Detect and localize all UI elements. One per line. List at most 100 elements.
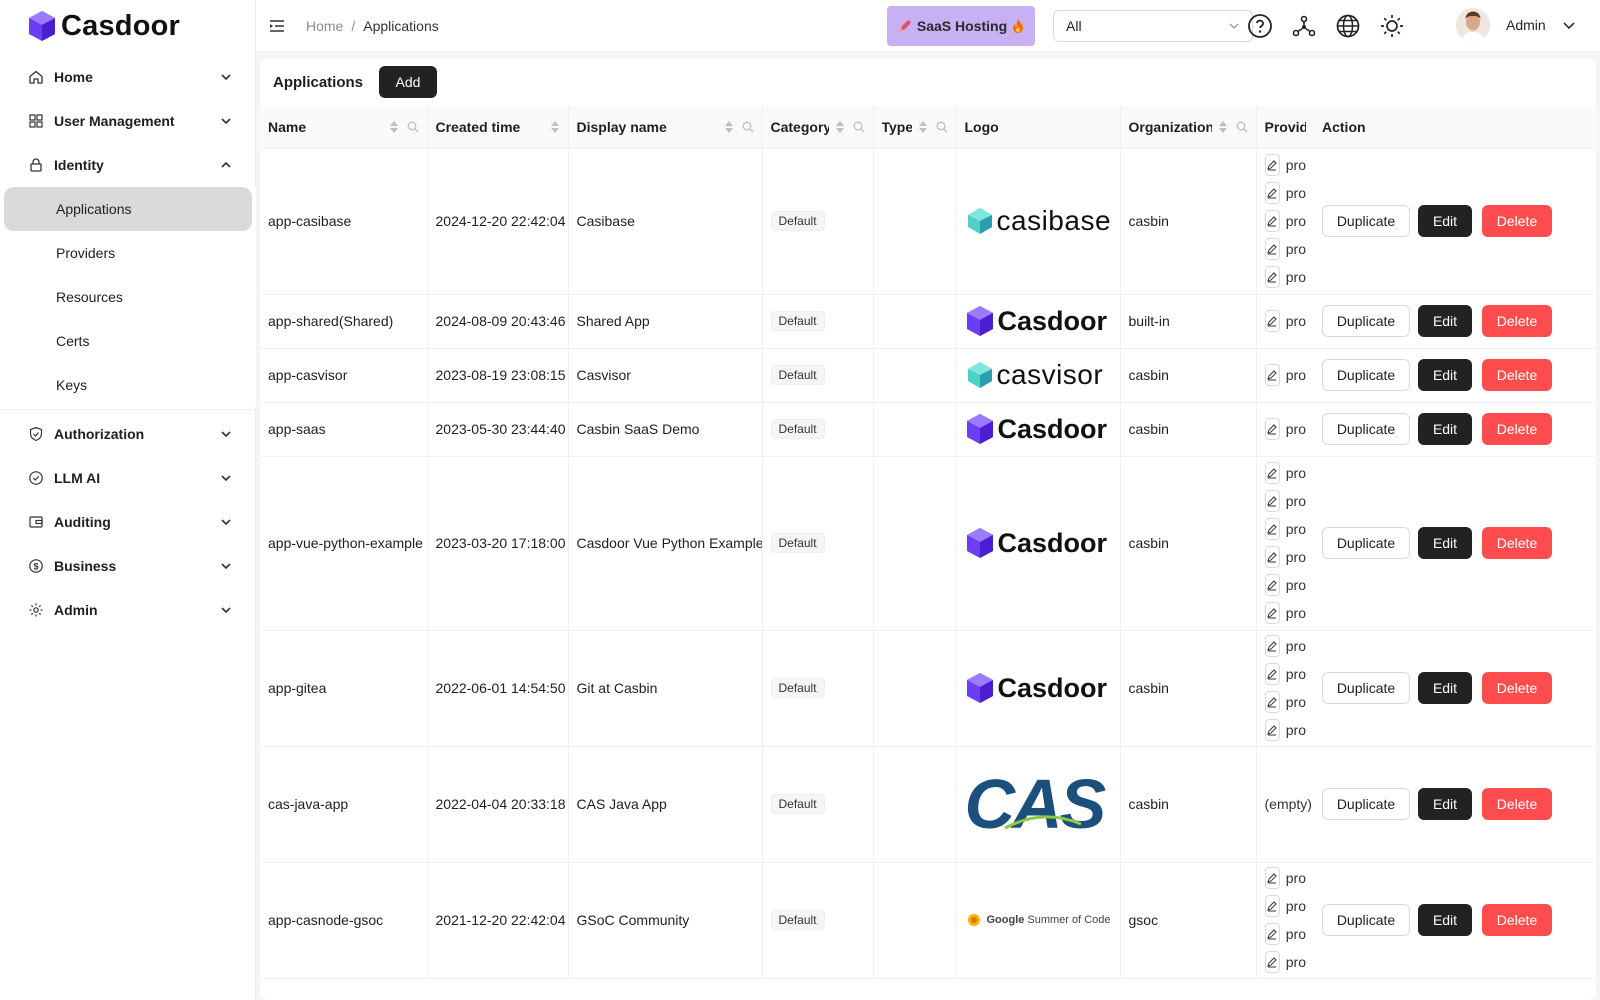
column-header-category[interactable]: Category bbox=[762, 106, 874, 149]
cell-organization[interactable]: casbin bbox=[1120, 402, 1257, 457]
breadcrumb-home[interactable]: Home bbox=[306, 18, 343, 34]
saas-hosting-button[interactable]: SaaS Hosting bbox=[887, 6, 1035, 46]
duplicate-button[interactable]: Duplicate bbox=[1322, 205, 1410, 237]
provider-item[interactable]: pro bbox=[1264, 923, 1306, 945]
edit-button[interactable]: Edit bbox=[1418, 305, 1472, 337]
column-header-type[interactable]: Type bbox=[873, 106, 957, 149]
delete-button[interactable]: Delete bbox=[1482, 205, 1552, 237]
provider-item[interactable]: pro bbox=[1264, 602, 1306, 624]
provider-item[interactable]: pro bbox=[1264, 546, 1306, 568]
provider-item[interactable]: pro bbox=[1264, 418, 1306, 440]
brand-logo[interactable]: Casdoor bbox=[27, 8, 180, 44]
cell-name[interactable]: app-casvisor bbox=[260, 348, 428, 403]
column-header-name[interactable]: Name bbox=[260, 106, 428, 149]
search-icon[interactable] bbox=[1236, 121, 1248, 133]
sidebar-item-identity[interactable]: Identity bbox=[0, 143, 256, 187]
delete-button[interactable]: Delete bbox=[1482, 413, 1552, 445]
column-header-created-time[interactable]: Created time bbox=[427, 106, 569, 149]
search-icon[interactable] bbox=[742, 121, 754, 133]
edit-icon[interactable] bbox=[1264, 602, 1280, 624]
edit-icon[interactable] bbox=[1264, 895, 1280, 917]
provider-item[interactable]: pro bbox=[1264, 574, 1306, 596]
cell-organization[interactable]: casbin bbox=[1120, 630, 1257, 747]
sidebar-item-business[interactable]: $ Business bbox=[0, 544, 256, 588]
provider-item[interactable]: pro bbox=[1264, 719, 1306, 741]
search-icon[interactable] bbox=[407, 121, 419, 133]
edit-button[interactable]: Edit bbox=[1418, 527, 1472, 559]
sidebar-item-authorization[interactable]: Authorization bbox=[0, 412, 256, 456]
duplicate-button[interactable]: Duplicate bbox=[1322, 788, 1410, 820]
edit-icon[interactable] bbox=[1264, 418, 1280, 440]
provider-item[interactable]: pro bbox=[1264, 266, 1306, 288]
edit-button[interactable]: Edit bbox=[1418, 359, 1472, 391]
cell-organization[interactable]: casbin bbox=[1120, 148, 1257, 295]
user-name[interactable]: Admin bbox=[1506, 17, 1546, 33]
cell-organization[interactable]: casbin bbox=[1120, 746, 1257, 863]
duplicate-button[interactable]: Duplicate bbox=[1322, 359, 1410, 391]
provider-item[interactable]: pro bbox=[1264, 238, 1306, 260]
edit-icon[interactable] bbox=[1264, 691, 1280, 713]
provider-item[interactable]: pro bbox=[1264, 691, 1306, 713]
provider-item[interactable]: pro bbox=[1264, 462, 1306, 484]
edit-icon[interactable] bbox=[1264, 867, 1280, 889]
edit-icon[interactable] bbox=[1264, 635, 1280, 657]
provider-item[interactable]: pro bbox=[1264, 518, 1306, 540]
cell-name[interactable]: cas-java-app bbox=[260, 746, 428, 863]
sidebar-item-certs[interactable]: Certs bbox=[4, 319, 252, 363]
edit-button[interactable]: Edit bbox=[1418, 205, 1472, 237]
delete-button[interactable]: Delete bbox=[1482, 305, 1552, 337]
cell-name[interactable]: app-casnode-gsoc bbox=[260, 862, 428, 979]
sidebar-item-auditing[interactable]: Auditing bbox=[0, 500, 256, 544]
provider-item[interactable]: pro bbox=[1264, 210, 1306, 232]
provider-item[interactable]: pro bbox=[1264, 182, 1306, 204]
cell-name[interactable]: app-shared(Shared) bbox=[260, 294, 428, 349]
add-button[interactable]: Add bbox=[379, 66, 438, 98]
provider-item[interactable]: pro bbox=[1264, 663, 1306, 685]
provider-item[interactable]: pro bbox=[1264, 895, 1306, 917]
organization-select[interactable]: All bbox=[1053, 10, 1253, 42]
edit-button[interactable]: Edit bbox=[1418, 788, 1472, 820]
delete-button[interactable]: Delete bbox=[1482, 359, 1552, 391]
edit-icon[interactable] bbox=[1264, 663, 1280, 685]
sun-icon[interactable] bbox=[1379, 13, 1405, 39]
sidebar-item-llm-ai[interactable]: LLM AI bbox=[0, 456, 256, 500]
cell-organization[interactable]: casbin bbox=[1120, 456, 1257, 631]
sort-icon[interactable] bbox=[1218, 120, 1228, 134]
cell-name[interactable]: app-saas bbox=[260, 402, 428, 457]
edit-icon[interactable] bbox=[1264, 923, 1280, 945]
sidebar-item-user-management[interactable]: User Management bbox=[0, 99, 256, 143]
edit-button[interactable]: Edit bbox=[1418, 413, 1472, 445]
edit-icon[interactable] bbox=[1264, 546, 1280, 568]
cell-name[interactable]: app-casibase bbox=[260, 148, 428, 295]
edit-icon[interactable] bbox=[1264, 719, 1280, 741]
menu-fold-icon[interactable] bbox=[268, 17, 286, 35]
edit-icon[interactable] bbox=[1264, 951, 1280, 973]
edit-icon[interactable] bbox=[1264, 518, 1280, 540]
duplicate-button[interactable]: Duplicate bbox=[1322, 904, 1410, 936]
sidebar-item-resources[interactable]: Resources bbox=[4, 275, 252, 319]
chevron-down-icon[interactable] bbox=[1562, 18, 1576, 32]
search-icon[interactable] bbox=[853, 121, 865, 133]
column-header-display-name[interactable]: Display name bbox=[568, 106, 763, 149]
edit-icon[interactable] bbox=[1264, 462, 1280, 484]
delete-button[interactable]: Delete bbox=[1482, 672, 1552, 704]
sidebar-item-applications[interactable]: Applications bbox=[4, 187, 252, 231]
sort-icon[interactable] bbox=[835, 120, 845, 134]
edit-button[interactable]: Edit bbox=[1418, 672, 1472, 704]
provider-item[interactable]: pro bbox=[1264, 490, 1306, 512]
sidebar-item-admin[interactable]: Admin bbox=[0, 588, 256, 632]
sort-icon[interactable] bbox=[389, 120, 399, 134]
column-header-organization[interactable]: Organization bbox=[1120, 106, 1257, 149]
network-icon[interactable] bbox=[1291, 13, 1317, 39]
edit-icon[interactable] bbox=[1264, 238, 1280, 260]
delete-button[interactable]: Delete bbox=[1482, 527, 1552, 559]
duplicate-button[interactable]: Duplicate bbox=[1322, 672, 1410, 704]
sidebar-item-providers[interactable]: Providers bbox=[4, 231, 252, 275]
edit-icon[interactable] bbox=[1264, 310, 1280, 332]
sort-icon[interactable] bbox=[550, 120, 560, 134]
duplicate-button[interactable]: Duplicate bbox=[1322, 413, 1410, 445]
cell-name[interactable]: app-gitea bbox=[260, 630, 428, 747]
delete-button[interactable]: Delete bbox=[1482, 788, 1552, 820]
provider-item[interactable]: pro bbox=[1264, 951, 1306, 973]
cell-organization[interactable]: casbin bbox=[1120, 348, 1257, 403]
